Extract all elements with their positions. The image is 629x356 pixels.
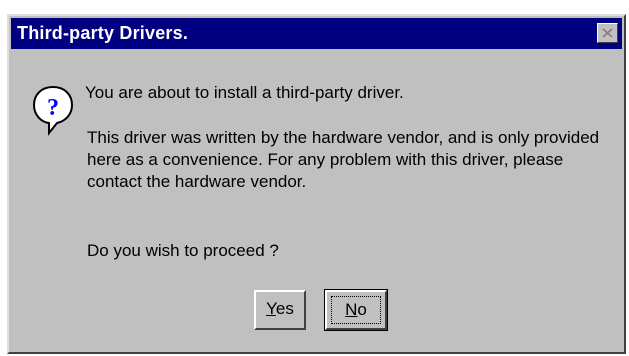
message-main: You are about to install a third-party d… <box>85 83 404 102</box>
message-body-line: contact the hardware vendor. <box>87 172 307 191</box>
message-body: This driver was written by the hardware … <box>87 127 599 193</box>
yes-button-label: Yes <box>266 299 294 318</box>
dialog-window: Third-party Drivers. ? You are about to … <box>7 14 626 354</box>
dialog-title: Third-party Drivers. <box>17 23 189 43</box>
focus-rectangle: No <box>331 296 381 324</box>
close-button[interactable] <box>597 23 618 43</box>
message-question: Do you wish to proceed ? <box>87 241 279 260</box>
title-bar[interactable]: Third-party Drivers. <box>11 18 622 49</box>
close-icon <box>602 28 613 38</box>
yes-button[interactable]: Yes <box>254 290 306 330</box>
no-button[interactable]: No <box>324 289 388 331</box>
message-body-line: This driver was written by the hardware … <box>87 128 600 147</box>
svg-text:?: ? <box>47 95 59 121</box>
question-icon: ? <box>31 84 75 136</box>
message-body-line: here as a convenience. For any problem w… <box>87 150 564 169</box>
no-button-label: No <box>345 300 367 319</box>
